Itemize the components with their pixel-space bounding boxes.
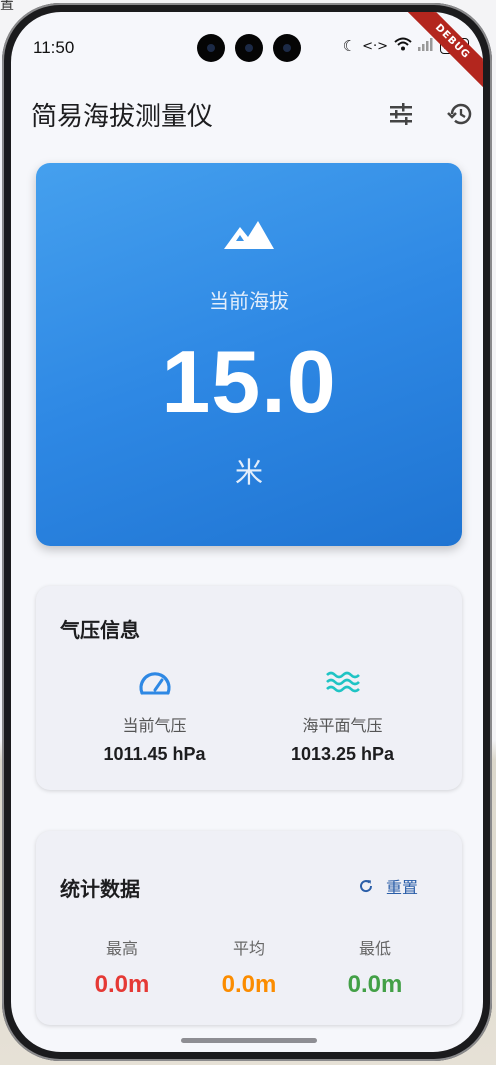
status-time: 11:50: [33, 38, 75, 57]
refresh-icon: [360, 880, 373, 893]
data-transfer-icon: <·>: [362, 38, 389, 54]
stat-max-label: 最高: [105, 939, 138, 958]
stat-min-label: 最低: [358, 939, 391, 958]
statistics-card-title: 统计数据: [60, 877, 140, 901]
stat-average-value: 0.0m: [221, 971, 277, 998]
sea-level-pressure: 海平面气压 1013.25 hPa: [236, 670, 449, 765]
status-bar: 11:50 ☾ <·> 100: [11, 12, 483, 72]
current-pressure: 当前气压 1011.45 hPa: [48, 670, 261, 765]
phone-frame: 11:50 ☾ <·> 100 DEBUG 简易海拔测量仪: [2, 3, 492, 1061]
statistics-card: 统计数据 重置 最高 0.0m 平均 0.0m 最低 0.0m: [36, 831, 462, 1025]
history-button[interactable]: [443, 98, 475, 130]
altitude-card: 当前海拔 15.0 米: [36, 163, 462, 546]
mountain-icon: [224, 221, 274, 249]
sea-level-pressure-label: 海平面气压: [302, 716, 383, 735]
stat-min: 最低 0.0m: [315, 935, 435, 999]
stat-average: 平均 0.0m: [189, 935, 309, 999]
page-title: 简易海拔测量仪: [31, 102, 214, 132]
home-indicator[interactable]: [181, 1038, 317, 1043]
wifi-icon: [394, 37, 412, 55]
sea-level-pressure-value: 1013.25 hPa: [290, 744, 395, 764]
camera-cutout: [273, 34, 301, 62]
altitude-unit: 米: [234, 456, 263, 489]
signal-icon: [418, 37, 434, 55]
stat-min-value: 0.0m: [347, 971, 403, 998]
camera-cutout: [197, 34, 225, 62]
moon-icon: ☾: [342, 37, 357, 55]
current-pressure-label: 当前气压: [122, 716, 187, 735]
history-icon: [447, 103, 472, 125]
current-pressure-value: 1011.45 hPa: [103, 744, 206, 764]
app-bar: 简易海拔测量仪: [11, 74, 483, 144]
altitude-value: 15.0: [161, 332, 337, 431]
stat-max: 最高 0.0m: [62, 935, 182, 999]
reset-button-label: 重置: [386, 878, 419, 897]
altitude-label: 当前海拔: [209, 289, 289, 313]
speedometer-icon: [138, 672, 171, 695]
reset-button[interactable]: 重置: [358, 874, 418, 898]
pressure-card-title: 气压信息: [60, 618, 140, 642]
app-screen: 11:50 ☾ <·> 100 DEBUG 简易海拔测量仪: [11, 12, 483, 1052]
waves-icon: [325, 671, 360, 693]
stat-average-label: 平均: [232, 939, 265, 958]
settings-button[interactable]: [385, 98, 417, 130]
pressure-card: 气压信息 当前气压 1011.45 hPa 海平面气压 1013.25 hPa: [36, 586, 462, 790]
stat-max-value: 0.0m: [94, 971, 150, 998]
camera-cutout: [235, 34, 263, 62]
tune-icon: [390, 103, 412, 125]
